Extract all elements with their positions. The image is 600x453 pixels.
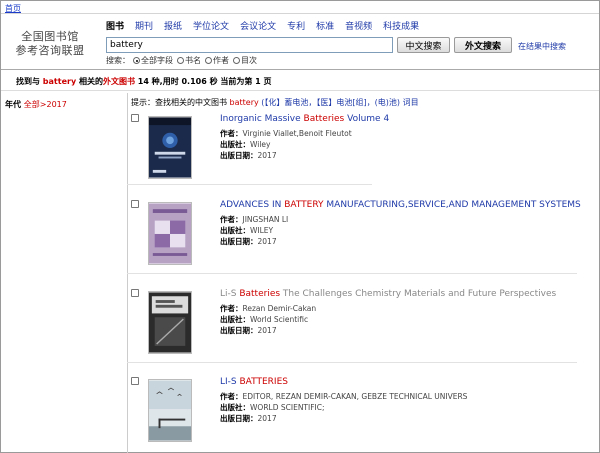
scope-option-title[interactable]: 书名 <box>176 55 201 66</box>
site-logo[interactable]: 全国图书馆 参考咨询联盟 <box>15 30 85 58</box>
chinese-search-button[interactable]: 中文搜索 <box>397 37 450 53</box>
header-divider <box>1 69 599 70</box>
result-divider <box>127 273 577 274</box>
hint-link-battery[interactable]: 【化】蓄电池 <box>264 98 308 107</box>
title-post[interactable]: Volume 4 <box>344 114 389 124</box>
result-divider <box>127 184 372 185</box>
result-publisher: 出版社：WILEY <box>220 226 274 235</box>
logo-line-2: 参考咨询联盟 <box>15 44 85 57</box>
result-checkbox[interactable] <box>131 114 139 122</box>
search-input[interactable] <box>106 37 393 53</box>
book-cover-image[interactable] <box>148 116 192 179</box>
tab-theses[interactable]: 学位论文 <box>193 19 229 32</box>
search-scope: 搜索： 全部字段 书名 作者 目次 <box>106 55 258 66</box>
result-publisher: 出版社：Wiley <box>220 140 271 149</box>
result-title[interactable]: Li-S Batteries The Challenges Chemistry … <box>220 289 556 299</box>
tab-books[interactable]: 图书 <box>106 19 124 32</box>
book-cover-image[interactable] <box>148 291 192 354</box>
summary-category: 外文图书 <box>102 77 135 86</box>
radio-unselected[interactable] <box>177 57 184 64</box>
result-author: 作者：EDITOR, REZAN DEMIR-CAKAN, GEBZE TECH… <box>220 392 468 401</box>
title-highlight[interactable]: Batteries <box>239 289 280 299</box>
hint-link-battery-pack[interactable]: 【医】电池[组] <box>316 98 366 107</box>
result-checkbox[interactable] <box>131 200 139 208</box>
result-item: Li-S Batteries The Challenges Chemistry … <box>127 289 587 361</box>
result-date: 出版日期：2017 <box>220 414 277 423</box>
logo-line-1: 全国图书馆 <box>21 30 79 43</box>
hint-link-cell[interactable]: (电)池 <box>375 98 397 107</box>
scope-option-toc[interactable]: 目次 <box>232 55 257 66</box>
scope-option-all[interactable]: 全部字段 <box>132 55 173 66</box>
title-pre[interactable]: Li-S <box>220 289 239 299</box>
radio-unselected[interactable] <box>233 57 240 64</box>
result-item: LI-S BATTERIES 作者：EDITOR, REZAN DEMIR-CA… <box>127 377 587 449</box>
title-pre[interactable]: ADVANCES IN <box>220 200 284 210</box>
radio-selected[interactable] <box>133 57 140 64</box>
tab-standards[interactable]: 标准 <box>316 19 334 32</box>
title-post[interactable]: MANUFACTURING,SERVICE,AND MANAGEMENT SYS… <box>324 200 580 210</box>
radio-unselected[interactable] <box>205 57 212 64</box>
result-summary: 找到与 battery 相关的外文图书 14 种,用时 0.106 秒 当前为第… <box>16 77 272 86</box>
result-item: ADVANCES IN BATTERY MANUFACTURING,SERVIC… <box>127 200 587 272</box>
title-highlight[interactable]: BATTERIES <box>240 377 288 387</box>
tab-journals[interactable]: 期刊 <box>135 19 153 32</box>
tab-video[interactable]: 音视频 <box>345 19 372 32</box>
title-post[interactable]: The Challenges Chemistry Materials and F… <box>280 289 556 299</box>
scope-option-author[interactable]: 作者 <box>204 55 229 66</box>
result-checkbox[interactable] <box>131 377 139 385</box>
foreign-search-button[interactable]: 外文搜索 <box>454 37 512 53</box>
title-highlight[interactable]: Batteries <box>304 114 345 124</box>
result-date: 出版日期：2017 <box>220 326 277 335</box>
summary-keyword: battery <box>42 77 77 86</box>
hint-keyword: battery <box>229 98 259 107</box>
result-checkbox[interactable] <box>131 289 139 297</box>
year-facet: 年代 全部>2017 <box>5 99 67 110</box>
result-title[interactable]: Inorganic Massive Batteries Volume 4 <box>220 114 389 124</box>
title-highlight[interactable]: BATTERY <box>284 200 323 210</box>
summary-divider <box>1 90 599 91</box>
facet-label: 年代 <box>5 100 21 109</box>
result-author: 作者：Virginie Viallet,Benoit Fleutot <box>220 129 352 138</box>
scope-label: 搜索： <box>106 56 130 65</box>
title-pre[interactable]: LI-S <box>220 377 240 387</box>
hint-link-entry[interactable]: 词目 <box>403 98 419 107</box>
result-item: Inorganic Massive Batteries Volume 4 作者：… <box>127 114 587 184</box>
result-author: 作者：JINGSHAN LI <box>220 215 289 224</box>
title-pre[interactable]: Inorganic Massive <box>220 114 304 124</box>
tab-patents[interactable]: 专利 <box>287 19 305 32</box>
top-divider <box>1 13 599 14</box>
result-title[interactable]: ADVANCES IN BATTERY MANUFACTURING,SERVIC… <box>220 200 581 210</box>
result-author: 作者：Rezan Demir-Cakan <box>220 304 317 313</box>
tab-achievements[interactable]: 科技成果 <box>383 19 419 32</box>
result-publisher: 出版社：WORLD SCIENTIFIC; <box>220 403 325 412</box>
book-cover-image[interactable] <box>148 202 192 265</box>
tab-newspapers[interactable]: 报纸 <box>164 19 182 32</box>
result-publisher: 出版社：World Scientific <box>220 315 309 324</box>
search-in-results-link[interactable]: 在结果中搜索 <box>518 41 566 52</box>
result-date: 出版日期：2017 <box>220 151 277 160</box>
category-tabs: 图书 期刊 报纸 学位论文 会议论文 专利 标准 音视频 科技成果 <box>106 19 419 32</box>
tab-conference[interactable]: 会议论文 <box>240 19 276 32</box>
chinese-book-hint: 提示：查找相关的中文图书 battery (【化】蓄电池，【医】电池[组]，(电… <box>131 98 419 107</box>
facet-year-link[interactable]: 全部>2017 <box>24 100 67 109</box>
result-date: 出版日期：2017 <box>220 237 277 246</box>
result-title[interactable]: LI-S BATTERIES <box>220 377 288 387</box>
book-cover-image[interactable] <box>148 379 192 442</box>
result-divider <box>127 362 577 363</box>
